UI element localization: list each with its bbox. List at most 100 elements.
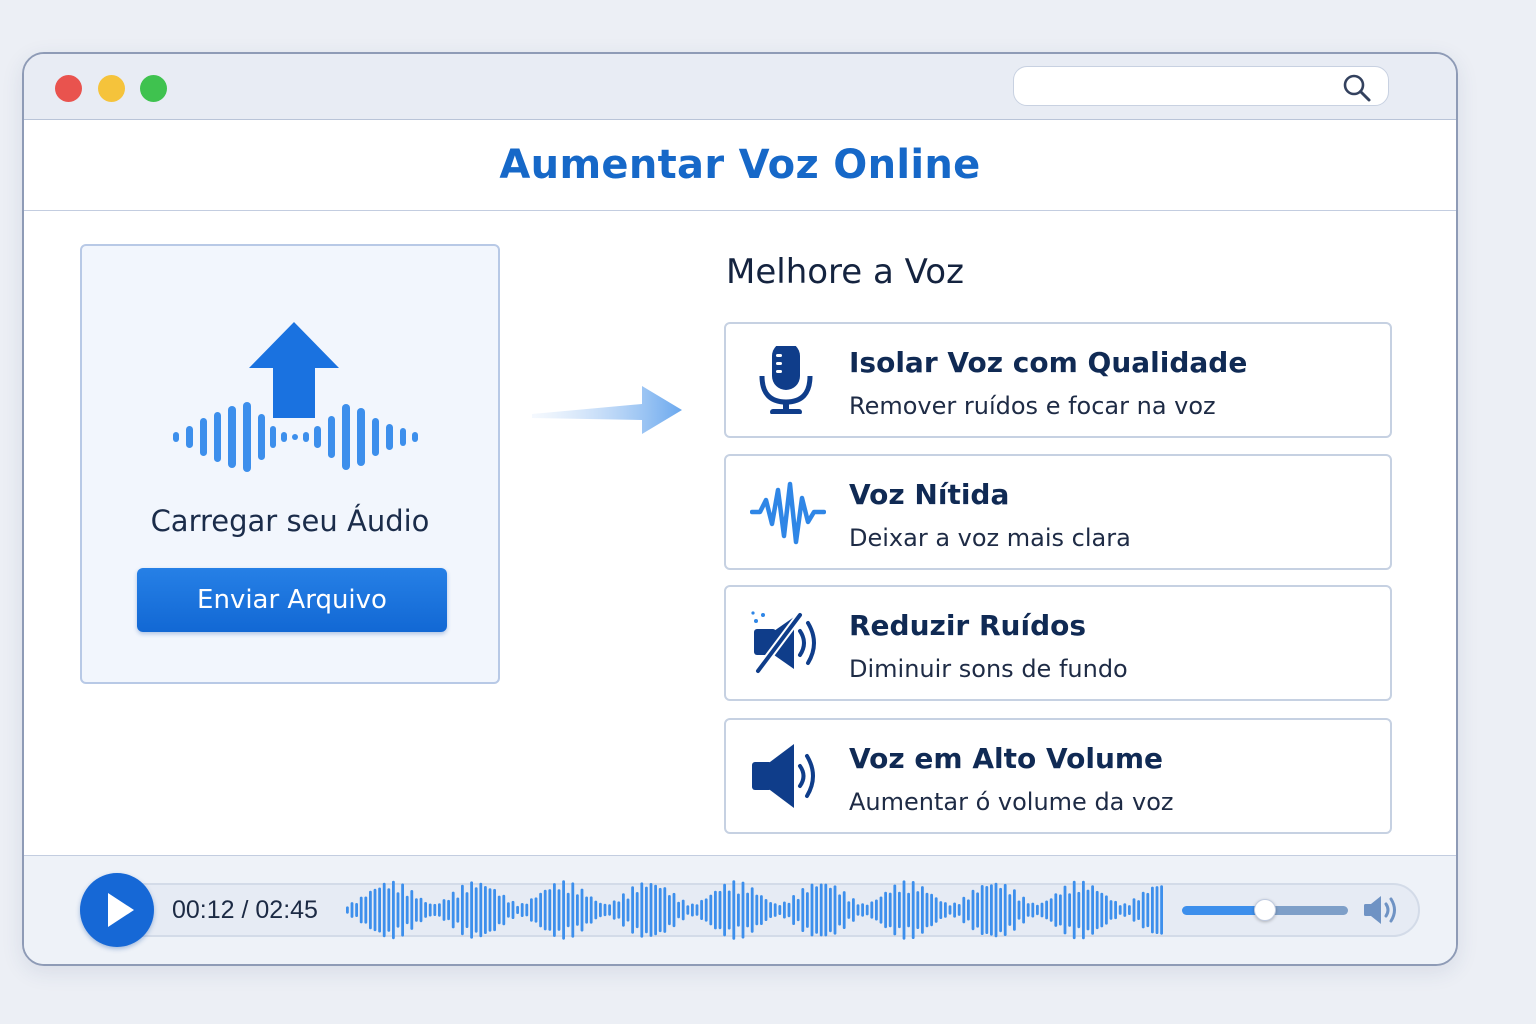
waveform-bar bbox=[663, 887, 667, 933]
waveform-bar bbox=[691, 903, 694, 917]
waveform-bar bbox=[976, 892, 979, 928]
waveform-bar bbox=[645, 886, 648, 934]
waveform-bar bbox=[387, 888, 391, 932]
option-clear-voice[interactable]: Voz Nítida Deixar a voz mais clara bbox=[724, 454, 1392, 570]
waveform-bar bbox=[640, 882, 644, 938]
waveform-bar bbox=[438, 903, 441, 917]
waveform-bar bbox=[709, 894, 713, 926]
waveform-icon bbox=[750, 481, 826, 545]
time-display: 00:12 / 02:45 bbox=[172, 896, 318, 924]
option-subtitle: Deixar a voz mais clara bbox=[849, 524, 1131, 552]
waveform-bar bbox=[599, 902, 602, 918]
audio-waveform[interactable] bbox=[346, 876, 1166, 944]
search-input[interactable] bbox=[1013, 66, 1389, 106]
waveform-bar bbox=[350, 902, 354, 918]
waveform-bar bbox=[787, 902, 791, 918]
waveform-bar bbox=[548, 889, 552, 931]
waveform-bar bbox=[796, 898, 800, 922]
waveform-bar bbox=[1141, 891, 1145, 929]
noise-reduction-icon bbox=[751, 611, 816, 675]
waveform-bar bbox=[355, 903, 358, 917]
waveform-bar bbox=[525, 903, 529, 917]
volume-icon[interactable] bbox=[1362, 894, 1402, 926]
option-title: Reduzir Ruídos bbox=[849, 609, 1087, 642]
waveform-bar bbox=[838, 894, 841, 926]
waveform-bar bbox=[1151, 886, 1154, 934]
waveform-bar bbox=[520, 903, 524, 917]
waveform-bar bbox=[571, 882, 575, 938]
waveform-bar bbox=[750, 887, 754, 933]
waveform-bar bbox=[649, 883, 653, 937]
waveform-bar bbox=[1077, 891, 1081, 929]
waveform-bar bbox=[1059, 894, 1062, 926]
waveform-bar bbox=[810, 883, 814, 937]
waveform-bar bbox=[921, 886, 924, 934]
speaker-loud-icon bbox=[752, 744, 815, 808]
waveform-bar bbox=[847, 901, 851, 919]
waveform-bar bbox=[405, 895, 409, 925]
waveform-bar bbox=[856, 904, 860, 916]
send-file-button[interactable]: Enviar Arquivo bbox=[137, 568, 447, 632]
waveform-bar bbox=[1031, 902, 1035, 918]
waveform-bar bbox=[1022, 896, 1025, 924]
upload-label: Carregar seu Áudio bbox=[150, 504, 430, 538]
option-reduce-noise[interactable]: Reduzir Ruídos Diminuir sons de fundo bbox=[724, 585, 1392, 701]
waveform-bar bbox=[686, 905, 690, 915]
waveform-bar bbox=[893, 884, 897, 936]
play-button[interactable] bbox=[80, 873, 154, 947]
waveform-bar bbox=[971, 889, 975, 931]
waveform-bar bbox=[433, 903, 437, 916]
waveform-bar bbox=[875, 899, 878, 921]
search-icon[interactable] bbox=[1342, 73, 1372, 103]
waveform-bar bbox=[470, 881, 473, 939]
waveform-bar bbox=[1123, 903, 1127, 917]
option-isolate-voice[interactable]: Isolar Voz com Qualidade Remover ruídos … bbox=[724, 322, 1392, 438]
option-subtitle: Remover ruídos e focar na voz bbox=[849, 392, 1216, 420]
waveform-bar bbox=[396, 892, 400, 928]
minimize-window-button[interactable] bbox=[98, 75, 125, 102]
waveform-bar bbox=[442, 899, 446, 921]
waveform-bar bbox=[566, 892, 570, 928]
waveform-bar bbox=[553, 883, 556, 937]
volume-knob[interactable] bbox=[1254, 899, 1276, 921]
waveform-bar bbox=[1045, 900, 1048, 920]
waveform-bar bbox=[980, 885, 984, 935]
waveform-bar bbox=[898, 891, 901, 929]
waveform-bar bbox=[870, 901, 874, 919]
waveform-bar bbox=[1003, 883, 1007, 936]
waveform-bar bbox=[415, 898, 418, 922]
waveform-bar bbox=[580, 888, 584, 932]
waveform-bar bbox=[695, 904, 699, 916]
waveform-bar bbox=[700, 899, 703, 920]
waveform-bar bbox=[497, 895, 501, 925]
waveform-bar bbox=[801, 888, 805, 932]
volume-slider[interactable] bbox=[1180, 898, 1350, 924]
waveform-bar bbox=[612, 900, 616, 920]
waveform-bar bbox=[769, 902, 772, 918]
waveform-bar bbox=[1160, 885, 1163, 935]
waveform-bar bbox=[451, 891, 455, 929]
close-window-button[interactable] bbox=[55, 75, 82, 102]
waveform-bar bbox=[879, 896, 883, 924]
maximize-window-button[interactable] bbox=[140, 75, 167, 102]
waveform-bar bbox=[511, 900, 515, 919]
waveform-bar bbox=[1086, 889, 1090, 931]
section-title: Melhore a Voz bbox=[726, 252, 964, 292]
waveform-bar bbox=[364, 896, 368, 924]
upload-card[interactable]: Carregar seu Áudio Enviar Arquivo bbox=[80, 244, 500, 684]
option-loud-voice[interactable]: Voz em Alto Volume Aumentar ó volume da … bbox=[724, 718, 1392, 834]
waveform-bar bbox=[456, 897, 460, 923]
waveform-bar bbox=[1132, 898, 1136, 922]
waveform-bar bbox=[589, 896, 593, 924]
waveform-bar bbox=[962, 896, 966, 924]
waveform-bar bbox=[392, 880, 395, 940]
page-header: Aumentar Voz Online bbox=[24, 120, 1456, 211]
waveform-bar bbox=[907, 892, 910, 928]
waveform-bar bbox=[1109, 900, 1113, 920]
waveform-bar bbox=[1137, 900, 1140, 920]
waveform-bar bbox=[516, 905, 519, 914]
microphone-icon bbox=[759, 346, 813, 414]
waveform-bar bbox=[792, 895, 795, 925]
waveform-bar bbox=[681, 899, 685, 921]
waveform-bar bbox=[373, 888, 377, 932]
